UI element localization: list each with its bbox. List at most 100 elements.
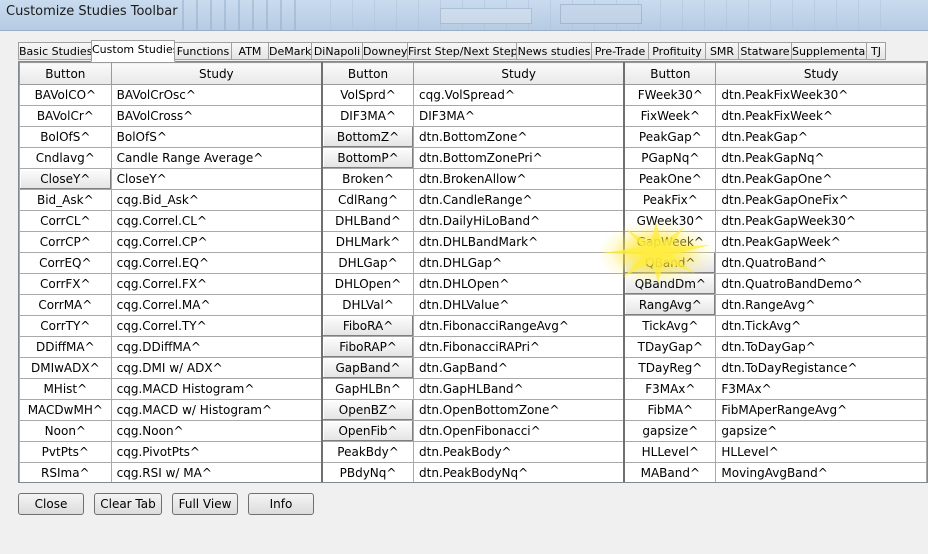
study-button[interactable]: Noon^	[19, 420, 112, 442]
study-button[interactable]: PGapNq^	[623, 147, 717, 169]
study-name[interactable]: dtn.PeakGapWeek^	[715, 231, 927, 253]
study-button[interactable]: MACDwMH^	[19, 399, 112, 421]
study-button[interactable]: PvtPts^	[19, 441, 112, 463]
study-button[interactable]: DHLGap^	[321, 252, 415, 274]
tab-dinapoli[interactable]: DiNapoli	[311, 42, 363, 60]
study-name[interactable]: cqg.PivotPts^	[110, 441, 323, 463]
tab-statware[interactable]: Statware	[738, 42, 792, 60]
study-name[interactable]: dtn.DHLValue^	[413, 294, 625, 316]
tab-demark[interactable]: DeMark	[268, 42, 312, 60]
study-name[interactable]: dtn.OpenBottomZone^	[413, 399, 625, 421]
study-name[interactable]: cqg.RSI w/ MA^	[110, 462, 323, 482]
study-button[interactable]: RSIma^	[19, 462, 112, 482]
study-button[interactable]: BAVolCr^	[19, 105, 112, 127]
study-name[interactable]: cqg.VolSpread^	[413, 84, 625, 106]
study-name[interactable]: dtn.BrokenAllow^	[413, 168, 625, 190]
study-button[interactable]: CloseY^	[19, 168, 112, 190]
study-button[interactable]: QBand^	[623, 252, 717, 274]
study-name[interactable]: gapsize^	[715, 420, 927, 442]
study-name[interactable]: dtn.OpenFibonacci^	[413, 420, 625, 442]
study-button[interactable]: DHLVal^	[321, 294, 415, 316]
study-button[interactable]: FixWeek^	[623, 105, 717, 127]
study-name[interactable]: dtn.RangeAvg^	[715, 294, 927, 316]
study-name[interactable]: dtn.PeakGapOneFix^	[715, 189, 927, 211]
study-button[interactable]: PBdyNq^	[321, 462, 415, 482]
study-button[interactable]: DHLMark^	[321, 231, 415, 253]
study-button[interactable]: BolOfS^	[19, 126, 112, 148]
study-button[interactable]: TDayGap^	[623, 336, 717, 358]
study-name[interactable]: dtn.ToDayRegistance^	[715, 357, 927, 379]
study-button[interactable]: OpenFib^	[321, 420, 415, 442]
study-button[interactable]: FWeek30^	[623, 84, 717, 106]
study-name[interactable]: dtn.QuatroBand^	[715, 252, 927, 274]
study-name[interactable]: cqg.DDiffMA^	[110, 336, 323, 358]
tab-pre-trade[interactable]: Pre-Trade	[591, 42, 649, 60]
study-name[interactable]: cqg.Correl.EQ^	[110, 252, 323, 274]
study-name[interactable]: dtn.CandleRange^	[413, 189, 625, 211]
study-button[interactable]: TickAvg^	[623, 315, 717, 337]
study-button[interactable]: VolSprd^	[321, 84, 415, 106]
study-name[interactable]: dtn.PeakFixWeek30^	[715, 84, 927, 106]
study-button[interactable]: FiboRAP^	[321, 336, 415, 358]
study-name[interactable]: BAVolCrOsc^	[110, 84, 323, 106]
study-button[interactable]: CorrTY^	[19, 315, 112, 337]
study-button[interactable]: GWeek30^	[623, 210, 717, 232]
tab-profituity[interactable]: Profituity	[648, 42, 706, 60]
study-name[interactable]: dtn.ToDayGap^	[715, 336, 927, 358]
study-button[interactable]: GapWeek^	[623, 231, 717, 253]
study-button[interactable]: BAVolCO^	[19, 84, 112, 106]
study-name[interactable]: dtn.DHLOpen^	[413, 273, 625, 295]
study-button[interactable]: BottomZ^	[321, 126, 415, 148]
study-name[interactable]: dtn.QuatroBandDemo^	[715, 273, 927, 295]
study-button[interactable]: PeakGap^	[623, 126, 717, 148]
study-name[interactable]: BAVolCross^	[110, 105, 323, 127]
study-button[interactable]: DIF3MA^	[321, 105, 415, 127]
study-name[interactable]: cqg.MACD w/ Histogram^	[110, 399, 323, 421]
info-button[interactable]: Info	[248, 493, 314, 515]
study-button[interactable]: PeakBdy^	[321, 441, 415, 463]
study-button[interactable]: F3MAx^	[623, 378, 717, 400]
full-view-button[interactable]: Full View	[172, 493, 238, 515]
study-name[interactable]: FibMAperRangeAvg^	[715, 399, 927, 421]
study-name[interactable]: cqg.Correl.MA^	[110, 294, 323, 316]
study-button[interactable]: GapHLBn^	[321, 378, 415, 400]
study-button[interactable]: PeakFix^	[623, 189, 717, 211]
tab-supplemental[interactable]: Supplemental	[791, 42, 867, 60]
study-button[interactable]: BottomP^	[321, 147, 415, 169]
study-name[interactable]: cqg.Bid_Ask^	[110, 189, 323, 211]
study-button[interactable]: HLLevel^	[623, 441, 717, 463]
study-button[interactable]: gapsize^	[623, 420, 717, 442]
study-name[interactable]: cqg.MACD Histogram^	[110, 378, 323, 400]
tab-downey[interactable]: Downey	[362, 42, 408, 60]
study-name[interactable]: Candle Range Average^	[110, 147, 323, 169]
tab-custom-studies[interactable]: Custom Studies	[91, 40, 175, 62]
tab-tj[interactable]: TJ	[866, 42, 886, 60]
tab-smr[interactable]: SMR	[705, 42, 739, 60]
study-button[interactable]: MABand^	[623, 462, 717, 482]
study-button[interactable]: MHist^	[19, 378, 112, 400]
study-name[interactable]: HLLevel^	[715, 441, 927, 463]
tab-functions[interactable]: Functions	[174, 42, 232, 60]
study-button[interactable]: PeakOne^	[623, 168, 717, 190]
study-button[interactable]: DHLOpen^	[321, 273, 415, 295]
study-button[interactable]: CorrMA^	[19, 294, 112, 316]
study-button[interactable]: FiboRA^	[321, 315, 415, 337]
study-name[interactable]: dtn.BottomZone^	[413, 126, 625, 148]
study-button[interactable]: CorrFX^	[19, 273, 112, 295]
study-name[interactable]: dtn.PeakFixWeek^	[715, 105, 927, 127]
study-button[interactable]: CdlRang^	[321, 189, 415, 211]
study-name[interactable]: cqg.Correl.TY^	[110, 315, 323, 337]
study-name[interactable]: dtn.DHLBandMark^	[413, 231, 625, 253]
study-name[interactable]: dtn.TickAvg^	[715, 315, 927, 337]
study-button[interactable]: TDayReg^	[623, 357, 717, 379]
study-button[interactable]: CorrCL^	[19, 210, 112, 232]
study-name[interactable]: BolOfS^	[110, 126, 323, 148]
study-name[interactable]: dtn.PeakGapNq^	[715, 147, 927, 169]
study-name[interactable]: cqg.Correl.CL^	[110, 210, 323, 232]
study-button[interactable]: Bid_Ask^	[19, 189, 112, 211]
study-name[interactable]: dtn.PeakGapWeek30^	[715, 210, 927, 232]
study-button[interactable]: OpenBZ^	[321, 399, 415, 421]
study-name[interactable]: dtn.PeakGap^	[715, 126, 927, 148]
tab-first-step-next-step[interactable]: First Step/Next Step	[407, 42, 517, 60]
clear-tab-button[interactable]: Clear Tab	[94, 493, 162, 515]
